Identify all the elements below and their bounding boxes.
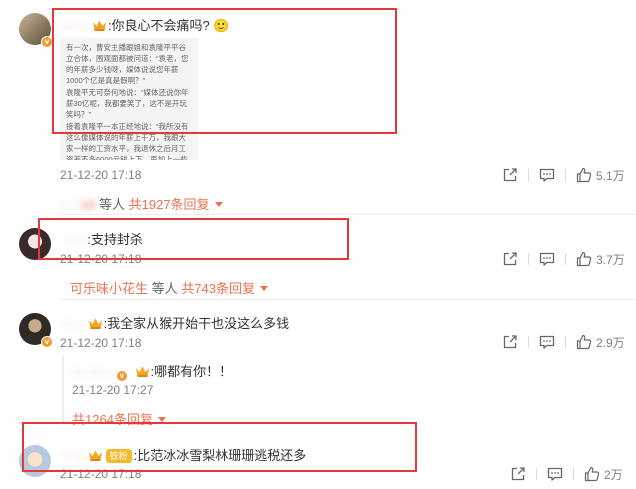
reply-summary-users[interactable]: 可乐味小花生: [70, 281, 148, 296]
share-icon: [511, 467, 525, 481]
chevron-down-icon: [214, 202, 223, 207]
comment-timestamp: 21-12-20 17:18: [60, 336, 142, 350]
comment-timestamp: 21-12-20 17:18: [60, 168, 142, 182]
divider: [60, 299, 635, 300]
divider: [528, 169, 529, 181]
comment-line: ·· ·· :我全家从猴开始干也没这么多钱: [62, 313, 289, 332]
divider: [565, 253, 566, 265]
like-button[interactable]: 5.1万: [576, 167, 625, 184]
divider: [573, 468, 574, 480]
thumbs-up-icon: [584, 466, 600, 482]
verified-badge-icon: v: [115, 370, 128, 382]
divider: [565, 169, 566, 181]
like-count: 5.1万: [596, 168, 625, 183]
divider: [528, 253, 529, 265]
comment-button[interactable]: [539, 167, 555, 183]
like-count: 2万: [604, 467, 623, 482]
comment-icon: [547, 467, 563, 481]
comment-text: :我全家从猴开始干也没这么多钱: [103, 316, 290, 331]
divider: [565, 336, 566, 348]
like-count: 2.9万: [596, 335, 625, 350]
comment-button[interactable]: [547, 466, 563, 482]
reply-block-border: [62, 356, 64, 422]
view-replies-link[interactable]: 共743条回复: [181, 281, 255, 296]
comment-button[interactable]: [539, 334, 555, 350]
comment-icon: [539, 335, 555, 349]
share-icon: [503, 252, 517, 266]
highlight-box: [38, 218, 349, 260]
verified-badge-icon: v: [41, 336, 53, 348]
highlight-box: [22, 422, 417, 472]
crown-badge-icon: [135, 366, 149, 377]
comment-icon: [539, 252, 555, 266]
view-replies-link[interactable]: 共1927条回复: [129, 197, 210, 212]
comment-button[interactable]: [539, 251, 555, 267]
share-button[interactable]: [502, 251, 518, 267]
like-button[interactable]: 3.7万: [576, 251, 625, 268]
thumbs-up-icon: [576, 167, 592, 183]
like-button[interactable]: 2.9万: [576, 334, 625, 351]
share-button[interactable]: [510, 466, 526, 482]
chevron-down-icon: [259, 286, 268, 291]
comment-actions: 2万: [510, 465, 623, 483]
comment-actions: 5.1万: [502, 166, 625, 184]
crown-badge-icon: [88, 318, 102, 329]
thumbs-up-icon: [576, 334, 592, 350]
like-count: 3.7万: [596, 252, 625, 267]
share-icon: [503, 335, 517, 349]
thumbs-up-icon: [576, 251, 592, 267]
reply-summary-text: 等人: [148, 281, 182, 296]
highlight-box: [52, 8, 397, 134]
reply-summary-users[interactable]: ·· ··10: [60, 197, 95, 212]
like-button[interactable]: 2万: [584, 466, 623, 483]
reply-text: :哪都有你！！: [150, 364, 233, 379]
comment-icon: [539, 168, 555, 182]
reply-summary-text: 等人: [95, 197, 129, 212]
comment-username[interactable]: ·· ··: [62, 316, 83, 331]
share-button[interactable]: [502, 167, 518, 183]
divider: [60, 214, 635, 215]
divider: [536, 468, 537, 480]
comment-actions: 2.9万: [502, 333, 625, 351]
comment-actions: 3.7万: [502, 250, 625, 268]
reply-username[interactable]: ··· ·····: [72, 364, 110, 379]
reply-line: ··· ····· v :哪都有你！！: [72, 361, 233, 382]
reply-summary: 可乐味小花生 等人 共743条回复: [70, 278, 268, 297]
share-button[interactable]: [502, 334, 518, 350]
divider: [528, 336, 529, 348]
reply-timestamp: 21-12-20 17:27: [72, 383, 154, 397]
reply-summary: ·· ··10 等人 共1927条回复: [60, 194, 223, 213]
share-icon: [503, 168, 517, 182]
